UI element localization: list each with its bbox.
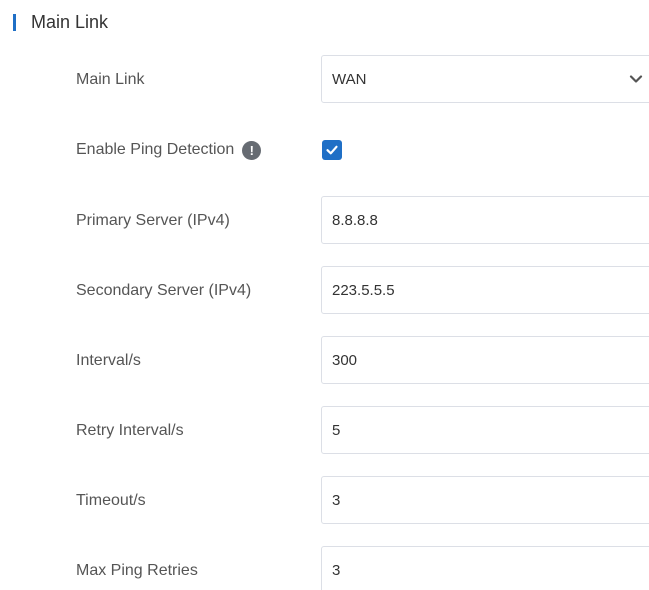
section-title: Main Link <box>31 11 109 32</box>
timeout-label: Timeout/s <box>76 492 146 509</box>
primary-server-value: 8.8.8.8 <box>332 211 378 229</box>
info-icon[interactable]: ! <box>242 140 262 160</box>
timeout-value: 3 <box>332 491 341 509</box>
interval-label: Interval/s <box>76 352 141 369</box>
interval-row: Interval/s 300 <box>0 336 649 386</box>
primary-server-input[interactable]: 8.8.8.8 <box>321 196 649 244</box>
main-link-label: Main Link <box>76 71 145 88</box>
secondary-server-value: 223.5.5.5 <box>332 281 395 299</box>
ping-detection-row: Enable Ping Detection ! <box>0 125 649 175</box>
main-link-select[interactable]: WAN <box>321 55 649 103</box>
interval-value: 300 <box>332 351 358 369</box>
interval-input[interactable]: 300 <box>321 336 649 384</box>
retry-interval-value: 5 <box>332 421 341 439</box>
max-ping-retries-label: Max Ping Retries <box>76 562 198 579</box>
max-ping-retries-input[interactable]: 3 <box>321 546 649 590</box>
timeout-input[interactable]: 3 <box>321 476 649 524</box>
checkmark-icon <box>326 145 338 155</box>
timeout-row: Timeout/s 3 <box>0 476 649 526</box>
secondary-server-input[interactable]: 223.5.5.5 <box>321 266 649 314</box>
primary-server-label: Primary Server (IPv4) <box>76 212 230 229</box>
ping-detection-label-wrap: Enable Ping Detection ! <box>76 125 262 175</box>
secondary-server-row: Secondary Server (IPv4) 223.5.5.5 <box>0 266 649 316</box>
retry-interval-row: Retry Interval/s 5 <box>0 406 649 456</box>
retry-interval-input[interactable]: 5 <box>321 406 649 454</box>
primary-server-row: Primary Server (IPv4) 8.8.8.8 <box>0 196 649 246</box>
max-ping-retries-row: Max Ping Retries 3 <box>0 546 649 590</box>
secondary-server-label: Secondary Server (IPv4) <box>76 282 252 299</box>
section-accent-bar <box>13 13 16 31</box>
ping-detection-checkbox[interactable] <box>322 140 342 160</box>
main-link-select-value: WAN <box>332 70 367 88</box>
section-header: Main Link <box>13 10 108 34</box>
chevron-down-icon[interactable] <box>629 72 643 86</box>
main-link-row: Main Link WAN <box>0 55 649 105</box>
settings-page: Main Link Main Link WAN Enable Ping Dete… <box>0 0 649 590</box>
ping-detection-label: Enable Ping Detection <box>76 141 235 158</box>
retry-interval-label: Retry Interval/s <box>76 422 184 439</box>
max-ping-retries-value: 3 <box>332 561 341 579</box>
